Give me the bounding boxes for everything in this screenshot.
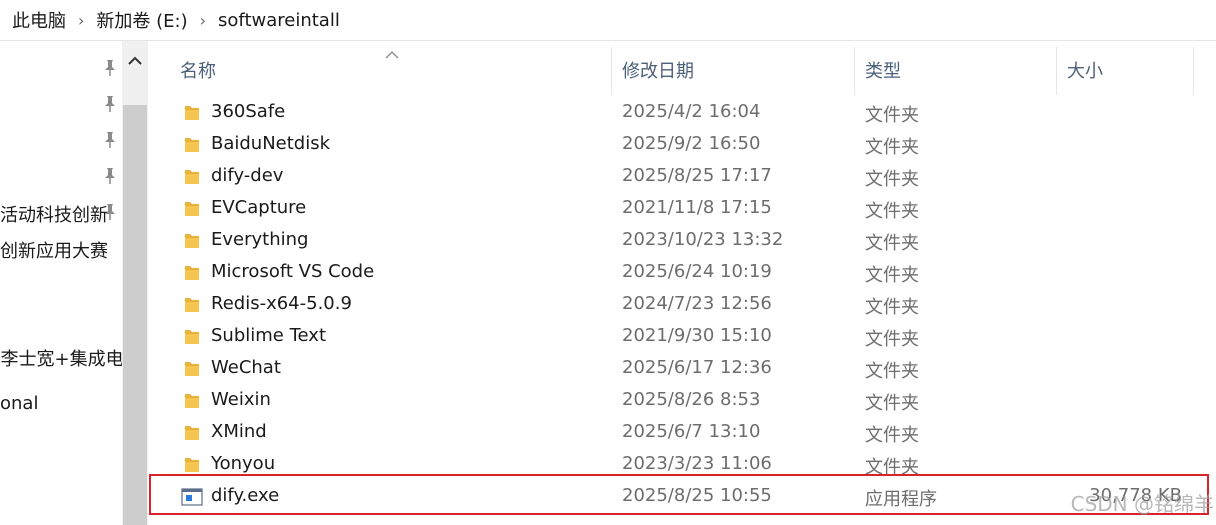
- file-name: Yonyou: [211, 453, 276, 474]
- column-divider[interactable]: [1193, 47, 1194, 95]
- watermark-text: CSDN @铭绵羊: [1070, 492, 1214, 516]
- column-header-date[interactable]: 修改日期: [612, 41, 854, 97]
- file-date-modified: 2025/8/26 8:53: [622, 389, 761, 410]
- file-name: Redis-x64-5.0.9: [211, 293, 352, 314]
- folder-row[interactable]: Everything 2023/10/23 13:32 文件夹: [148, 225, 1216, 257]
- address-bar[interactable]: 此电脑 › 新加卷 (E:) › softwareintall: [0, 0, 1216, 41]
- pin-icon: [105, 132, 115, 148]
- folder-row[interactable]: EVCapture 2021/11/8 17:15 文件夹: [148, 193, 1216, 225]
- highlight-annotation: [149, 474, 1209, 515]
- file-name: Weixin: [211, 389, 271, 410]
- file-type: 文件夹: [865, 393, 919, 414]
- nav-item-label: onal: [0, 393, 39, 414]
- file-name: XMind: [211, 421, 267, 442]
- folder-icon: [185, 394, 199, 408]
- navigation-pane: 活动科技创新 创新应用大赛 -李士宽+集成电 onal: [0, 41, 122, 525]
- file-type: 文件夹: [865, 329, 919, 350]
- nav-item[interactable]: [0, 125, 122, 155]
- folder-row[interactable]: Microsoft VS Code 2025/6/24 10:19 文件夹: [148, 257, 1216, 289]
- nav-item[interactable]: 创新应用大赛: [0, 233, 122, 263]
- pin-icon: [105, 96, 115, 112]
- folder-row[interactable]: 360Safe 2025/4/2 16:04 文件夹: [148, 97, 1216, 129]
- column-header-type-label: 类型: [865, 61, 901, 82]
- file-type: 文件夹: [865, 425, 919, 446]
- file-date-modified: 2025/6/17 12:36: [622, 357, 772, 378]
- file-type: 文件夹: [865, 137, 919, 158]
- folder-icon: [185, 234, 199, 248]
- file-name: BaiduNetdisk: [211, 133, 331, 154]
- nav-item[interactable]: -李士宽+集成电: [0, 341, 122, 371]
- folder-icon: [185, 170, 199, 184]
- file-date-modified: 2021/11/8 17:15: [622, 197, 772, 218]
- pin-icon: [105, 60, 115, 76]
- column-header-size[interactable]: 大小: [1057, 41, 1193, 97]
- file-name: WeChat: [211, 357, 281, 378]
- folder-row[interactable]: WeChat 2025/6/17 12:36 文件夹: [148, 353, 1216, 385]
- nav-item[interactable]: [0, 281, 122, 311]
- file-type: 文件夹: [865, 169, 919, 190]
- file-type: 文件夹: [865, 265, 919, 286]
- folder-icon: [185, 138, 199, 152]
- file-name: EVCapture: [211, 197, 307, 218]
- breadcrumb-item-this-pc[interactable]: 此电脑: [10, 7, 68, 33]
- folder-icon: [185, 298, 199, 312]
- column-header-row: 名称 修改日期 类型 大小: [148, 41, 1216, 97]
- file-date-modified: 2025/6/24 10:19: [622, 261, 772, 282]
- folder-icon: [185, 202, 199, 216]
- file-type: 文件夹: [865, 105, 919, 126]
- nav-scrollbar[interactable]: [122, 41, 148, 525]
- file-name: dify-dev: [211, 165, 284, 186]
- nav-item-label: -李士宽+集成电: [0, 349, 122, 370]
- breadcrumb-item-drive-e[interactable]: 新加卷 (E:): [94, 7, 189, 33]
- file-name: Everything: [211, 229, 309, 250]
- chevron-right-icon[interactable]: ›: [78, 11, 84, 30]
- folder-icon: [185, 106, 199, 120]
- file-name: 360Safe: [211, 101, 286, 122]
- file-type: 文件夹: [865, 233, 919, 254]
- column-header-name[interactable]: 名称: [148, 41, 611, 97]
- folder-row[interactable]: dify-dev 2025/8/25 17:17 文件夹: [148, 161, 1216, 193]
- breadcrumb-item-folder[interactable]: softwareintall: [216, 10, 342, 31]
- nav-item-label: 活动科技创新: [0, 205, 108, 226]
- file-type: 文件夹: [865, 297, 919, 318]
- folder-icon: [185, 362, 199, 376]
- file-date-modified: 2025/8/25 17:17: [622, 165, 772, 186]
- folder-row[interactable]: Weixin 2025/8/26 8:53 文件夹: [148, 385, 1216, 417]
- scroll-thumb[interactable]: [123, 105, 147, 525]
- file-date-modified: 2025/9/2 16:50: [622, 133, 761, 154]
- file-name: Sublime Text: [211, 325, 326, 346]
- pin-icon: [105, 204, 115, 220]
- folder-row[interactable]: XMind 2025/6/7 13:10 文件夹: [148, 417, 1216, 449]
- nav-item-label: 创新应用大赛: [0, 241, 108, 262]
- nav-item[interactable]: 活动科技创新: [0, 197, 122, 227]
- file-type: 文件夹: [865, 361, 919, 382]
- nav-item[interactable]: [0, 161, 122, 191]
- nav-item[interactable]: onal: [0, 389, 122, 419]
- nav-item[interactable]: [0, 89, 122, 119]
- file-date-modified: 2023/10/23 13:32: [622, 229, 784, 250]
- file-date-modified: 2021/9/30 15:10: [622, 325, 772, 346]
- scroll-up-icon[interactable]: [122, 51, 148, 71]
- column-header-name-label: 名称: [180, 61, 216, 82]
- file-date-modified: 2024/7/23 12:56: [622, 293, 772, 314]
- folder-icon: [185, 426, 199, 440]
- column-header-date-label: 修改日期: [622, 61, 694, 82]
- column-header-type[interactable]: 类型: [855, 41, 1056, 97]
- file-name: Microsoft VS Code: [211, 261, 375, 282]
- folder-row[interactable]: Sublime Text 2021/9/30 15:10 文件夹: [148, 321, 1216, 353]
- pin-icon: [105, 168, 115, 184]
- folder-row[interactable]: BaiduNetdisk 2025/9/2 16:50 文件夹: [148, 129, 1216, 161]
- chevron-right-icon[interactable]: ›: [200, 11, 206, 30]
- file-date-modified: 2025/6/7 13:10: [622, 421, 761, 442]
- file-type: 文件夹: [865, 201, 919, 222]
- folder-row[interactable]: Redis-x64-5.0.9 2024/7/23 12:56 文件夹: [148, 289, 1216, 321]
- nav-item[interactable]: [0, 53, 122, 83]
- folder-icon: [185, 458, 199, 472]
- file-date-modified: 2025/4/2 16:04: [622, 101, 761, 122]
- folder-icon: [185, 266, 199, 280]
- file-date-modified: 2023/3/23 11:06: [622, 453, 772, 474]
- breadcrumb: 此电脑 › 新加卷 (E:) › softwareintall: [10, 0, 342, 40]
- folder-icon: [185, 330, 199, 344]
- column-header-size-label: 大小: [1067, 61, 1103, 82]
